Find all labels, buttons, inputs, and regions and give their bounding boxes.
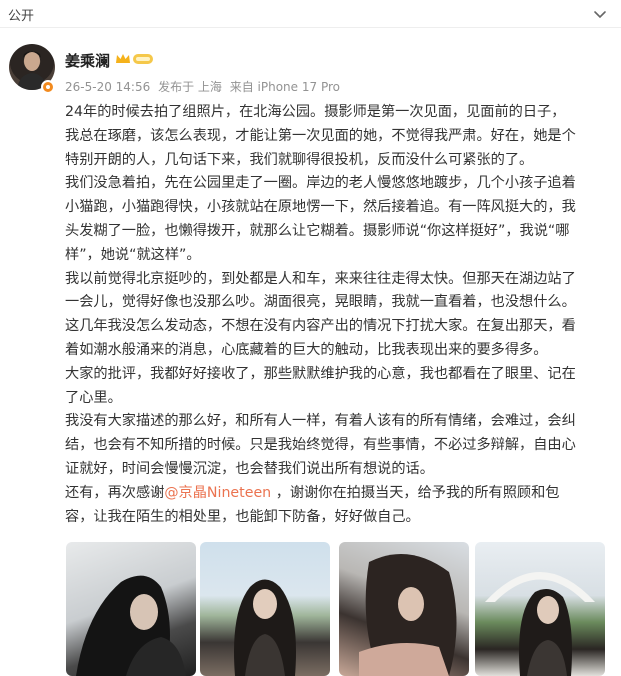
post-meta: 26-5-20 14:56 发布于 上海 来自 iPhone 17 Pro <box>65 78 344 95</box>
text-line: 头发糊了一脸，也懒得拨开，就那么让它糊着。摄影师说“你这样挺好”，我说“哪 <box>65 222 570 239</box>
post-location: 发布于 上海 <box>158 80 222 94</box>
text-line: 这几年我没怎么发动态，不想在没有内容产出的情况下打扰大家。在复出那天，看 <box>65 318 576 335</box>
paragraph: 还有，再次感谢@京晶Nineteen ，谢谢你在拍摄当天，给予我的所有照顾和包 … <box>65 482 613 530</box>
verified-badge-icon <box>41 80 55 94</box>
paragraph: 我们没急着拍，先在公园里走了一圈。岸边的老人慢悠悠地踱步，几个小孩子追着 小猫跑… <box>65 172 613 267</box>
author-name[interactable]: 姜乘澜 <box>65 50 110 71</box>
text-line: 证就好，时间会慢慢沉淀，也会替我们说出所有想说的话。 <box>65 460 434 477</box>
text-line: 还有，再次感谢 <box>65 484 165 501</box>
photo-thumbnail[interactable] <box>66 542 196 676</box>
text-line: 小猫跑，小猫跑得快，小孩就站在原地愣一下，然后接着追。有一阵风挺大的，我 <box>65 199 576 216</box>
text-line: 我们没急着拍，先在公园里走了一圈。岸边的老人慢悠悠地踱步，几个小孩子追着 <box>65 175 576 192</box>
post-date: 26-5-20 14:56 <box>65 80 151 94</box>
post-body: 24年的时候去拍了组照片，在北海公园。摄影师是第一次见面，见面前的日子， 我总在… <box>65 101 613 529</box>
text-line: 24年的时候去拍了组照片，在北海公园。摄影师是第一次见面，见面前的日子， <box>65 104 566 120</box>
text-line: 样”，她说“就这样”。 <box>65 246 201 263</box>
text-line: ，谢谢你在拍摄当天，给予我的所有照顾和包 <box>271 484 560 501</box>
text-line: 我以前觉得北京挺吵的，到处都是人和车，来来往往走得太快。但那天在湖边站了 <box>65 270 576 287</box>
text-line: 容，让我在陌生的相处里，也能卸下防备，好好做自己。 <box>65 508 420 525</box>
text-line: 一会儿，觉得好像也没那么吵。湖面很亮，晃眼睛，我就一直看着，也没想什么。 <box>65 294 576 311</box>
paragraph: 我以前觉得北京挺吵的，到处都是人和车，来来往往走得太快。但那天在湖边站了 一会儿… <box>65 268 613 316</box>
text-line: 了心里。 <box>65 389 122 406</box>
vip-crown-icon[interactable] <box>114 52 154 66</box>
paragraph: 我没有大家描述的那么好，和所有人一样，有着人该有的所有情绪，会难过，会纠 结，也… <box>65 410 613 481</box>
paragraph: 24年的时候去拍了组照片，在北海公园。摄影师是第一次见面，见面前的日子， 我总在… <box>65 101 613 172</box>
text-line: 我总在琢磨，该怎么表现，才能让第一次见面的她，不觉得我严肃。好在，她是个 <box>65 127 576 144</box>
chevron-down-icon[interactable] <box>592 6 608 22</box>
mention-link[interactable]: @京晶Nineteen <box>164 485 271 501</box>
paragraph: 这几年我没怎么发动态，不想在没有内容产出的情况下打扰大家。在复出那天，看 着如潮… <box>65 315 613 363</box>
visibility-label: 公开 <box>8 9 35 24</box>
text-line: 特别开朗的人，几句话下来，我们就聊得很投机，反而没什么可紧张的了。 <box>65 151 534 168</box>
text-line: 结，也会有不知所措的时候。只是我始终觉得，有些事情，不必过多辩解，自由心 <box>65 437 576 454</box>
text-line: 我没有大家描述的那么好，和所有人一样，有着人该有的所有情绪，会难过，会纠 <box>65 413 576 430</box>
paragraph: 大家的批评，我都好好接收了，那些默默维护我的心意，我也都看在了眼里、记在 了心里… <box>65 363 613 411</box>
photo-thumbnail[interactable] <box>200 542 330 676</box>
text-line: 大家的批评，我都好好接收了，那些默默维护我的心意，我也都看在了眼里、记在 <box>65 365 576 382</box>
photo-thumbnail[interactable] <box>339 542 469 676</box>
text-line: 着如潮水般涌来的消息，心底藏着的巨大的触动，比我表现出来的要多得多。 <box>65 341 548 358</box>
post-topbar: 公开 <box>0 0 621 28</box>
divider <box>0 27 621 28</box>
photo-grid <box>66 542 605 676</box>
photo-thumbnail[interactable] <box>475 542 605 676</box>
post-source: 来自 iPhone 17 Pro <box>229 80 340 94</box>
